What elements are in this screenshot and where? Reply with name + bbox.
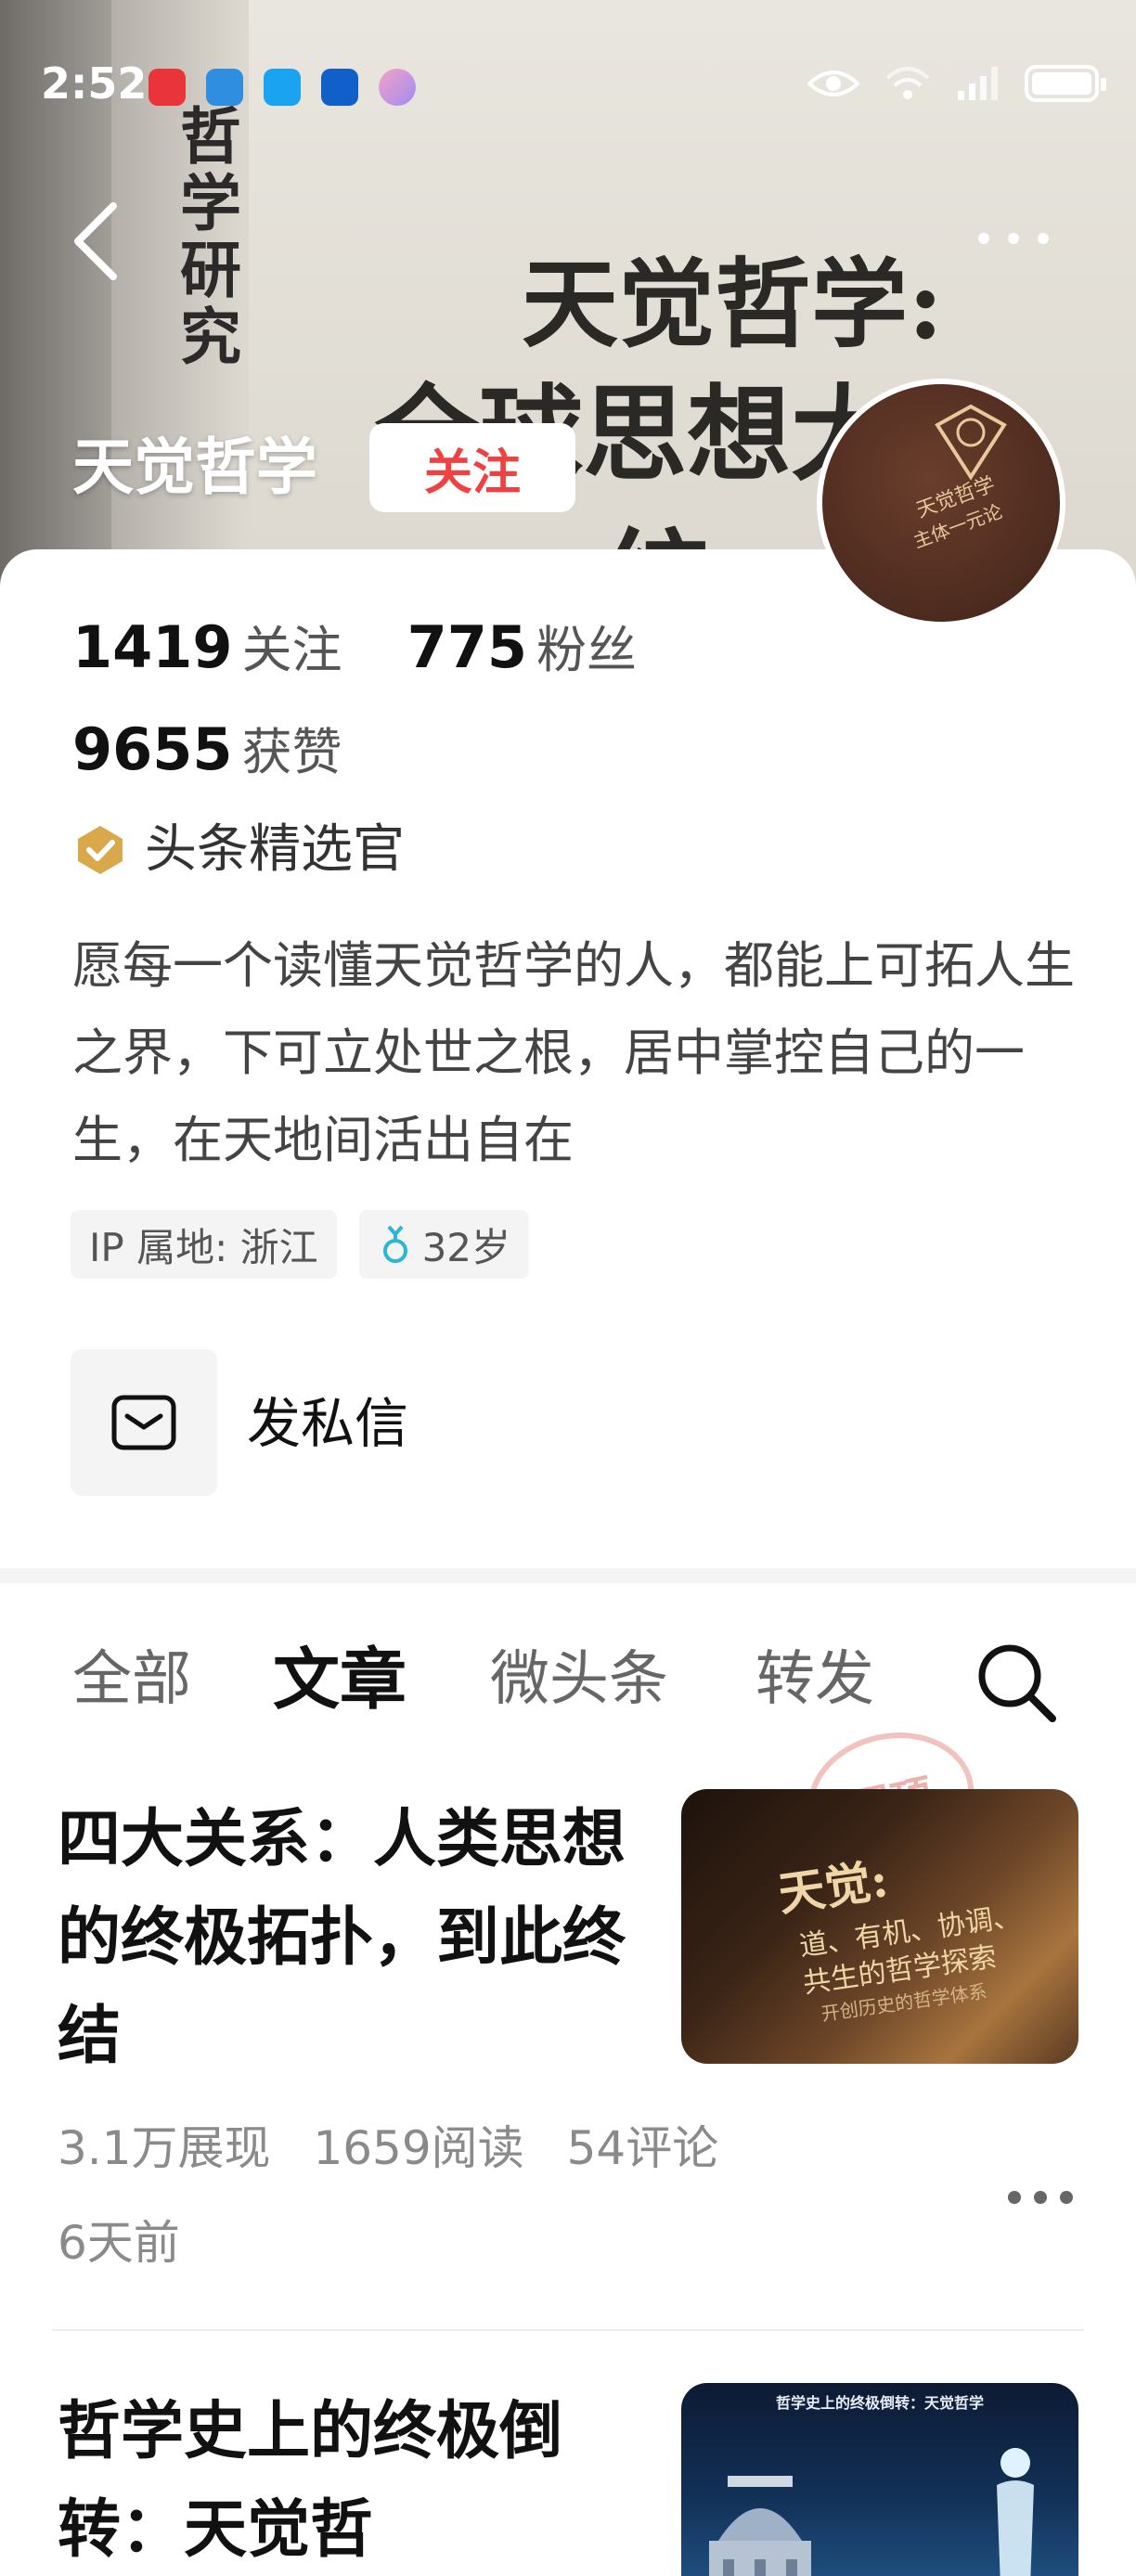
verification-row: 头条精选官 [71, 817, 405, 883]
thumb-title: 哲学史上的终极倒转：天觉哲学 [775, 2394, 984, 2412]
tab-reposts[interactable]: 转发 [755, 1633, 874, 1726]
message-icon [111, 1395, 176, 1450]
back-button[interactable] [65, 195, 130, 288]
age-text: 32岁 [421, 1224, 511, 1270]
article-thumbnail[interactable]: 天觉: 道、有机、协调、 共生的哲学探索 开创历史的哲学体系 [681, 1789, 1078, 2064]
more-dots-icon [978, 233, 989, 244]
following-label[interactable]: 关注 [242, 615, 342, 686]
more-options-button[interactable] [978, 225, 1062, 252]
back-arrow-icon [74, 202, 117, 280]
status-bar: 2:52 [0, 0, 1136, 109]
article-impressions: 3.1万展现 [58, 2121, 271, 2175]
chat-notification-icon [264, 69, 301, 106]
content-tabs: 全部 文章 微头条 转发 [0, 1633, 1136, 1726]
banner-cover-line1: 天觉哲学: [522, 247, 944, 361]
status-time: 2:52 [41, 58, 148, 109]
app-notification-icon [206, 69, 243, 106]
status-right-icons [807, 65, 1106, 102]
article-comments: 54评论 [566, 2121, 719, 2175]
app-notification-icon [379, 69, 416, 106]
app-notification-icon [148, 69, 186, 106]
profile-name: 天觉哲学 [72, 431, 317, 503]
ip-location-tag: IP 属地: 浙江 [71, 1210, 337, 1279]
article-more-button[interactable] [1008, 2188, 1075, 2207]
battery-icon [1025, 65, 1106, 102]
search-icon [978, 1644, 1056, 1722]
tab-articles[interactable]: 文章 [273, 1633, 407, 1726]
article-time: 6天前 [58, 2216, 180, 2270]
profile-tags: IP 属地: 浙江 32岁 [71, 1210, 530, 1279]
search-button[interactable] [975, 1641, 1058, 1724]
following-count[interactable]: 1419 [72, 612, 233, 683]
tab-micro-posts[interactable]: 微头条 [490, 1633, 668, 1726]
likes-row: 9655 获赞 [72, 715, 342, 788]
male-icon [382, 1225, 407, 1263]
article-separator [52, 2329, 1084, 2331]
verification-label: 头条精选官 [145, 819, 405, 880]
logo-badge-icon [935, 404, 1007, 481]
likes-count: 9655 [72, 715, 233, 783]
message-label[interactable]: 发私信 [247, 1388, 408, 1459]
article-meta: 3.1万展现 1659阅读 54评论 [58, 2116, 746, 2181]
more-dots-icon [1008, 2191, 1021, 2204]
article-title[interactable]: 四大关系：人类思想的终极拓扑，到此终结 [58, 1791, 633, 2086]
follow-button[interactable]: 关注 [369, 423, 575, 512]
article-title[interactable]: 哲学史上的终极倒转：天觉哲 [58, 2383, 633, 2576]
ip-location-text: IP 属地: 浙江 [89, 1224, 318, 1270]
article-reads: 1659阅读 [313, 2121, 524, 2175]
eye-icon [807, 71, 859, 97]
avatar[interactable]: 天觉哲学 主体一元论 [817, 379, 1065, 627]
followers-label[interactable]: 粉丝 [536, 615, 637, 686]
glowing-figure-icon [997, 2448, 1034, 2576]
dome-building-icon [709, 2476, 811, 2576]
wifi-icon [885, 67, 930, 99]
tab-all[interactable]: 全部 [72, 1633, 191, 1726]
status-app-icons [148, 69, 416, 106]
message-button[interactable] [71, 1349, 217, 1496]
banner-vertical-text: 哲学研究 [170, 104, 242, 371]
app-notification-icon [321, 69, 358, 106]
age-tag: 32岁 [358, 1210, 530, 1279]
profile-bio: 愿每一个读懂天觉哲学的人，都能上可拓人生之界，下可立处世之根，居中掌控自己的一生… [72, 936, 1075, 1169]
stats-row: 1419 关注 775 粉丝 [72, 612, 637, 686]
signal-icon [958, 67, 998, 100]
followers-count[interactable]: 775 [407, 612, 527, 683]
section-divider [0, 1568, 1136, 1583]
article-thumbnail[interactable]: 哲学史上的终极倒转：天觉哲学 [681, 2383, 1078, 2576]
likes-label: 获赞 [241, 723, 342, 781]
verified-badge-icon [78, 826, 123, 874]
